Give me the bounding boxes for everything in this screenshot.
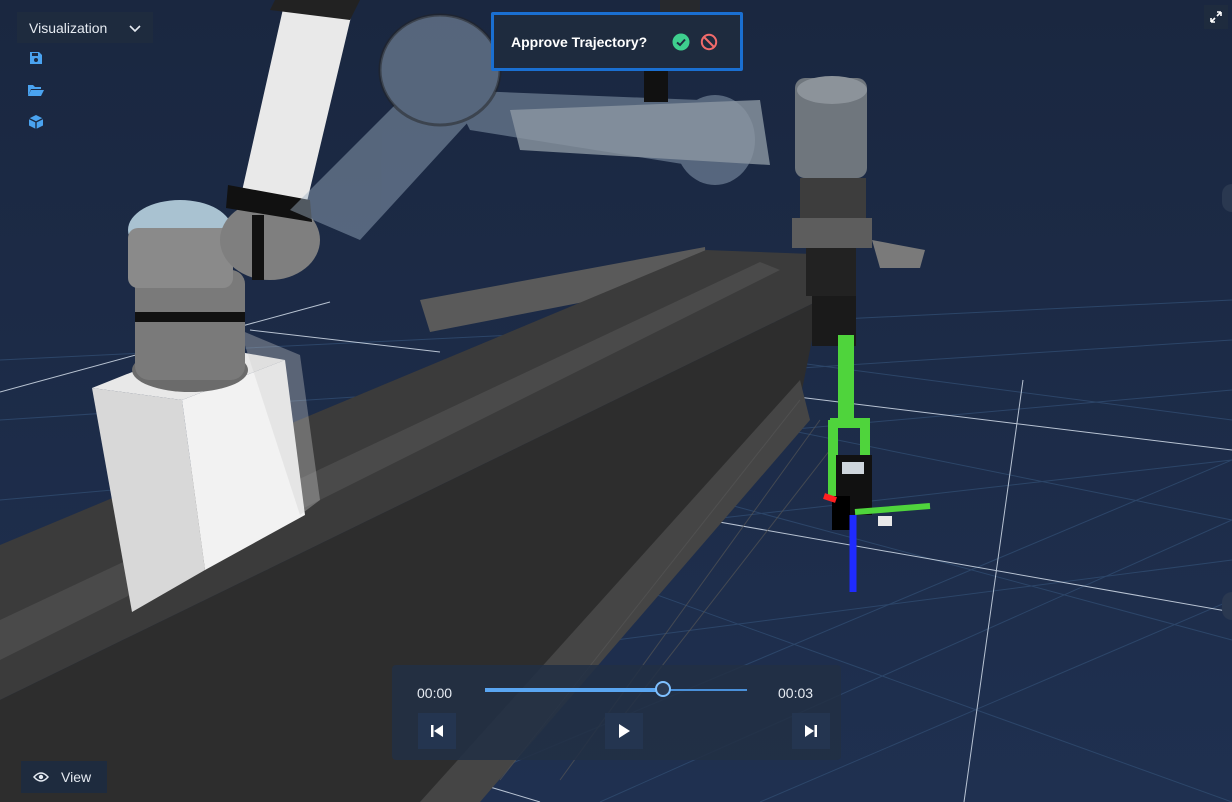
expand-icon (1210, 11, 1222, 23)
skip-back-button[interactable] (418, 713, 456, 749)
end-time: 00:03 (778, 685, 814, 701)
approve-button[interactable] (671, 32, 691, 52)
fullscreen-button[interactable] (1204, 5, 1228, 29)
cube-button[interactable] (26, 114, 46, 134)
reject-button[interactable] (699, 32, 719, 52)
right-panel-handle-bottom[interactable] (1222, 592, 1232, 620)
skip-forward-button[interactable] (792, 713, 830, 749)
visualization-dropdown-label: Visualization (29, 19, 108, 36)
timeline-thumb[interactable] (655, 681, 672, 697)
right-panel-handle-top[interactable] (1222, 184, 1232, 212)
approve-trajectory-label: Approve Trajectory? (511, 33, 648, 50)
approve-trajectory-panel: Approve Trajectory? (491, 12, 743, 71)
save-icon (29, 51, 43, 70)
timeline-progress (485, 688, 664, 692)
skip-back-icon (431, 725, 443, 737)
play-button[interactable] (605, 713, 643, 749)
skip-forward-icon (805, 725, 817, 737)
open-folder-button[interactable] (26, 82, 46, 102)
folder-open-icon (27, 83, 45, 102)
chevron-down-icon (129, 20, 141, 36)
view-button-label: View (61, 769, 92, 785)
start-time: 00:00 (417, 685, 453, 701)
visualization-dropdown[interactable]: Visualization (17, 12, 153, 43)
view-button[interactable]: View (21, 761, 107, 793)
cube-icon (28, 114, 44, 135)
save-button[interactable] (26, 50, 46, 70)
trajectory-player: 00:00 00:03 (392, 665, 841, 760)
eye-icon (33, 772, 49, 782)
ban-icon (700, 33, 718, 50)
play-icon (619, 724, 630, 738)
check-circle-icon (672, 33, 690, 50)
